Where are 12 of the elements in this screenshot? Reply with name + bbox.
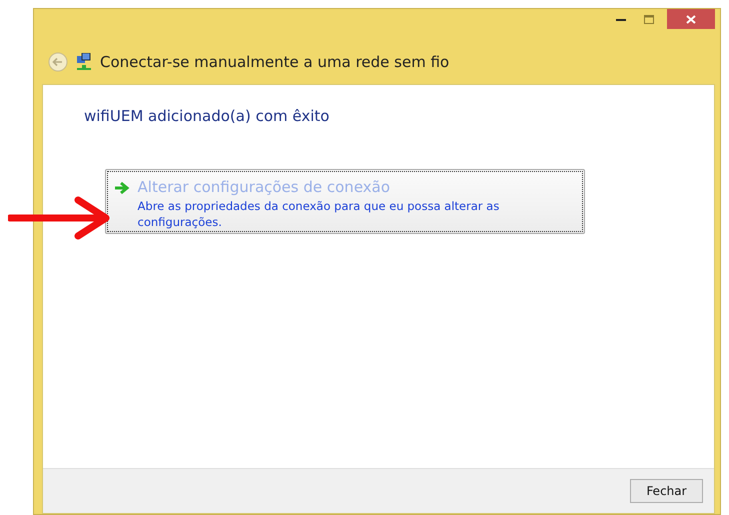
change-settings-link[interactable]: Alterar configurações de conexão Abre as propriedades da conexão para que eu possa alterar as configurações.: [105, 169, 585, 234]
arrow-icon: [114, 181, 130, 195]
minimize-icon: [616, 18, 626, 20]
network-icon: [76, 53, 92, 71]
link-title: Alterar configurações de conexão: [138, 178, 392, 196]
close-button[interactable]: [667, 9, 715, 29]
close-dialog-button[interactable]: Fechar: [630, 479, 703, 503]
maximize-icon: [644, 14, 654, 24]
close-icon: [686, 14, 696, 24]
window-title: Conectar-se manualmente a uma rede sem fio: [100, 53, 450, 71]
link-description: Abre as propriedades da conexão para que eu possa alterar as configurações.: [138, 199, 500, 230]
success-message: wifiUEM adicionado(a) com êxito: [84, 107, 330, 125]
